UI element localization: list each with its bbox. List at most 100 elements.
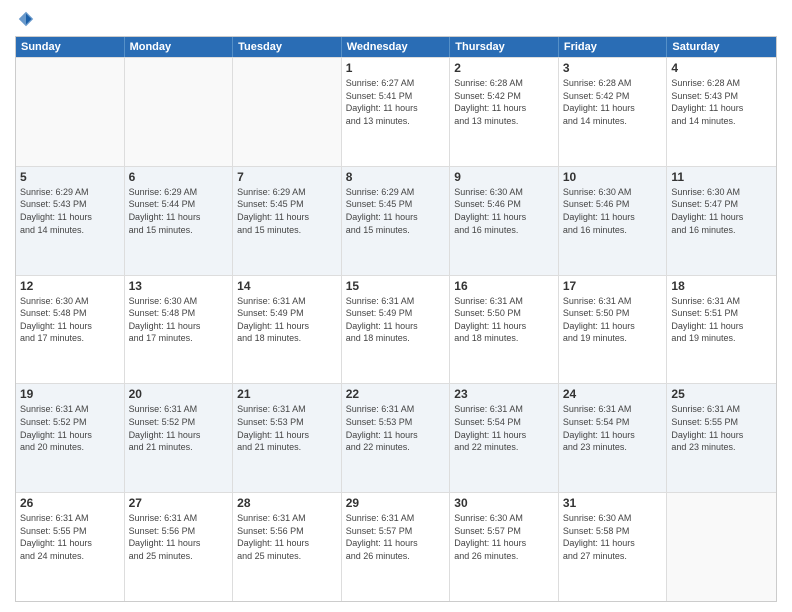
calendar-cell-r4-c1: 27Sunrise: 6:31 AMSunset: 5:56 PMDayligh… [125, 493, 234, 601]
cell-info-line: Sunset: 5:52 PM [129, 416, 229, 429]
cell-info-line: Daylight: 11 hours [20, 429, 120, 442]
cell-info-line: and 27 minutes. [563, 550, 663, 563]
cell-info-line: Daylight: 11 hours [454, 537, 554, 550]
cell-info-line: Sunset: 5:43 PM [671, 90, 772, 103]
weekday-header-friday: Friday [559, 37, 668, 57]
cell-info-line: Daylight: 11 hours [346, 429, 446, 442]
cell-info-line: and 25 minutes. [237, 550, 337, 563]
cell-info-line: Sunrise: 6:30 AM [20, 295, 120, 308]
cell-info-line: Daylight: 11 hours [237, 537, 337, 550]
calendar-cell-r4-c5: 31 Sunrise: 6:30 AMSunset: 5:58 PMDayligh… [559, 493, 668, 601]
weekday-header-tuesday: Tuesday [233, 37, 342, 57]
cell-info-line: Sunrise: 6:28 AM [454, 77, 554, 90]
cell-info-line: and 22 minutes. [454, 441, 554, 454]
cell-info-line: and 21 minutes. [129, 441, 229, 454]
cell-info-line: and 15 minutes. [129, 224, 229, 237]
cell-info-line: Daylight: 11 hours [563, 320, 663, 333]
weekday-header-monday: Monday [125, 37, 234, 57]
day-number: 3 [563, 61, 663, 75]
cell-info-line: Sunrise: 6:31 AM [129, 512, 229, 525]
calendar: SundayMondayTuesdayWednesdayThursdayFrid… [15, 36, 777, 602]
cell-info-line: Daylight: 11 hours [346, 537, 446, 550]
cell-info-line: Daylight: 11 hours [237, 320, 337, 333]
calendar-cell-r2-c6: 18Sunrise: 6:31 AMSunset: 5:51 PMDayligh… [667, 276, 776, 384]
header [15, 10, 777, 28]
cell-info-line: Sunset: 5:46 PM [454, 198, 554, 211]
cell-info-line: Sunset: 5:57 PM [454, 525, 554, 538]
calendar-row-4: 26Sunrise: 6:31 AMSunset: 5:55 PMDayligh… [16, 492, 776, 601]
cell-info-line: Daylight: 11 hours [454, 429, 554, 442]
calendar-cell-r1-c4: 9Sunrise: 6:30 AMSunset: 5:46 PMDaylight… [450, 167, 559, 275]
cell-info-line: Sunset: 5:54 PM [563, 416, 663, 429]
cell-info-line: Daylight: 11 hours [563, 537, 663, 550]
calendar-cell-r2-c3: 15Sunrise: 6:31 AMSunset: 5:49 PMDayligh… [342, 276, 451, 384]
cell-info-line: Sunset: 5:45 PM [237, 198, 337, 211]
calendar-cell-r1-c5: 10Sunrise: 6:30 AMSunset: 5:46 PMDayligh… [559, 167, 668, 275]
cell-info-line: Sunset: 5:53 PM [346, 416, 446, 429]
cell-info-line: and 22 minutes. [346, 441, 446, 454]
cell-info-line: Sunrise: 6:31 AM [237, 512, 337, 525]
day-number: 28 [237, 496, 337, 510]
cell-info-line: Sunset: 5:46 PM [563, 198, 663, 211]
calendar-cell-r3-c5: 24Sunrise: 6:31 AMSunset: 5:54 PMDayligh… [559, 384, 668, 492]
calendar-header: SundayMondayTuesdayWednesdayThursdayFrid… [16, 37, 776, 57]
day-number: 6 [129, 170, 229, 184]
day-number: 4 [671, 61, 772, 75]
cell-info-line: Daylight: 11 hours [454, 102, 554, 115]
cell-info-line: and 18 minutes. [346, 332, 446, 345]
cell-info-line: Sunset: 5:48 PM [20, 307, 120, 320]
cell-info-line: Sunset: 5:58 PM [563, 525, 663, 538]
cell-info-line: Sunset: 5:53 PM [237, 416, 337, 429]
calendar-cell-r3-c0: 19Sunrise: 6:31 AMSunset: 5:52 PMDayligh… [16, 384, 125, 492]
logo-icon [17, 10, 35, 28]
weekday-header-saturday: Saturday [667, 37, 776, 57]
day-number: 12 [20, 279, 120, 293]
cell-info-line: Sunset: 5:49 PM [346, 307, 446, 320]
cell-info-line: Sunrise: 6:30 AM [563, 512, 663, 525]
cell-info-line: Sunrise: 6:31 AM [671, 295, 772, 308]
day-number: 19 [20, 387, 120, 401]
cell-info-line: Sunrise: 6:27 AM [346, 77, 446, 90]
cell-info-line: Daylight: 11 hours [20, 320, 120, 333]
cell-info-line: and 16 minutes. [563, 224, 663, 237]
day-number: 22 [346, 387, 446, 401]
cell-info-line: Sunset: 5:42 PM [454, 90, 554, 103]
cell-info-line: Sunrise: 6:30 AM [454, 512, 554, 525]
cell-info-line: Sunrise: 6:30 AM [454, 186, 554, 199]
cell-info-line: and 17 minutes. [20, 332, 120, 345]
calendar-row-2: 12Sunrise: 6:30 AMSunset: 5:48 PMDayligh… [16, 275, 776, 384]
calendar-cell-r0-c3: 1Sunrise: 6:27 AMSunset: 5:41 PMDaylight… [342, 58, 451, 166]
cell-info-line: Daylight: 11 hours [129, 211, 229, 224]
cell-info-line: Sunrise: 6:30 AM [563, 186, 663, 199]
cell-info-line: Sunrise: 6:31 AM [563, 403, 663, 416]
cell-info-line: and 19 minutes. [563, 332, 663, 345]
cell-info-line: Daylight: 11 hours [346, 320, 446, 333]
cell-info-line: Sunrise: 6:29 AM [346, 186, 446, 199]
cell-info-line: Daylight: 11 hours [346, 102, 446, 115]
cell-info-line: Sunrise: 6:30 AM [129, 295, 229, 308]
day-number: 26 [20, 496, 120, 510]
day-number: 5 [20, 170, 120, 184]
calendar-cell-r0-c0 [16, 58, 125, 166]
cell-info-line: and 13 minutes. [454, 115, 554, 128]
day-number: 31 [563, 496, 663, 510]
cell-info-line: Daylight: 11 hours [129, 537, 229, 550]
day-number: 17 [563, 279, 663, 293]
day-number: 15 [346, 279, 446, 293]
day-number: 1 [346, 61, 446, 75]
calendar-cell-r1-c6: 11Sunrise: 6:30 AMSunset: 5:47 PMDayligh… [667, 167, 776, 275]
cell-info-line: Sunset: 5:51 PM [671, 307, 772, 320]
cell-info-line: Sunset: 5:56 PM [237, 525, 337, 538]
cell-info-line: Sunrise: 6:31 AM [454, 403, 554, 416]
calendar-cell-r0-c1 [125, 58, 234, 166]
day-number: 20 [129, 387, 229, 401]
calendar-cell-r0-c2 [233, 58, 342, 166]
cell-info-line: and 26 minutes. [346, 550, 446, 563]
day-number: 7 [237, 170, 337, 184]
cell-info-line: Sunrise: 6:29 AM [20, 186, 120, 199]
cell-info-line: and 18 minutes. [237, 332, 337, 345]
day-number: 8 [346, 170, 446, 184]
cell-info-line: Sunset: 5:49 PM [237, 307, 337, 320]
cell-info-line: Sunrise: 6:28 AM [671, 77, 772, 90]
cell-info-line: Daylight: 11 hours [563, 211, 663, 224]
